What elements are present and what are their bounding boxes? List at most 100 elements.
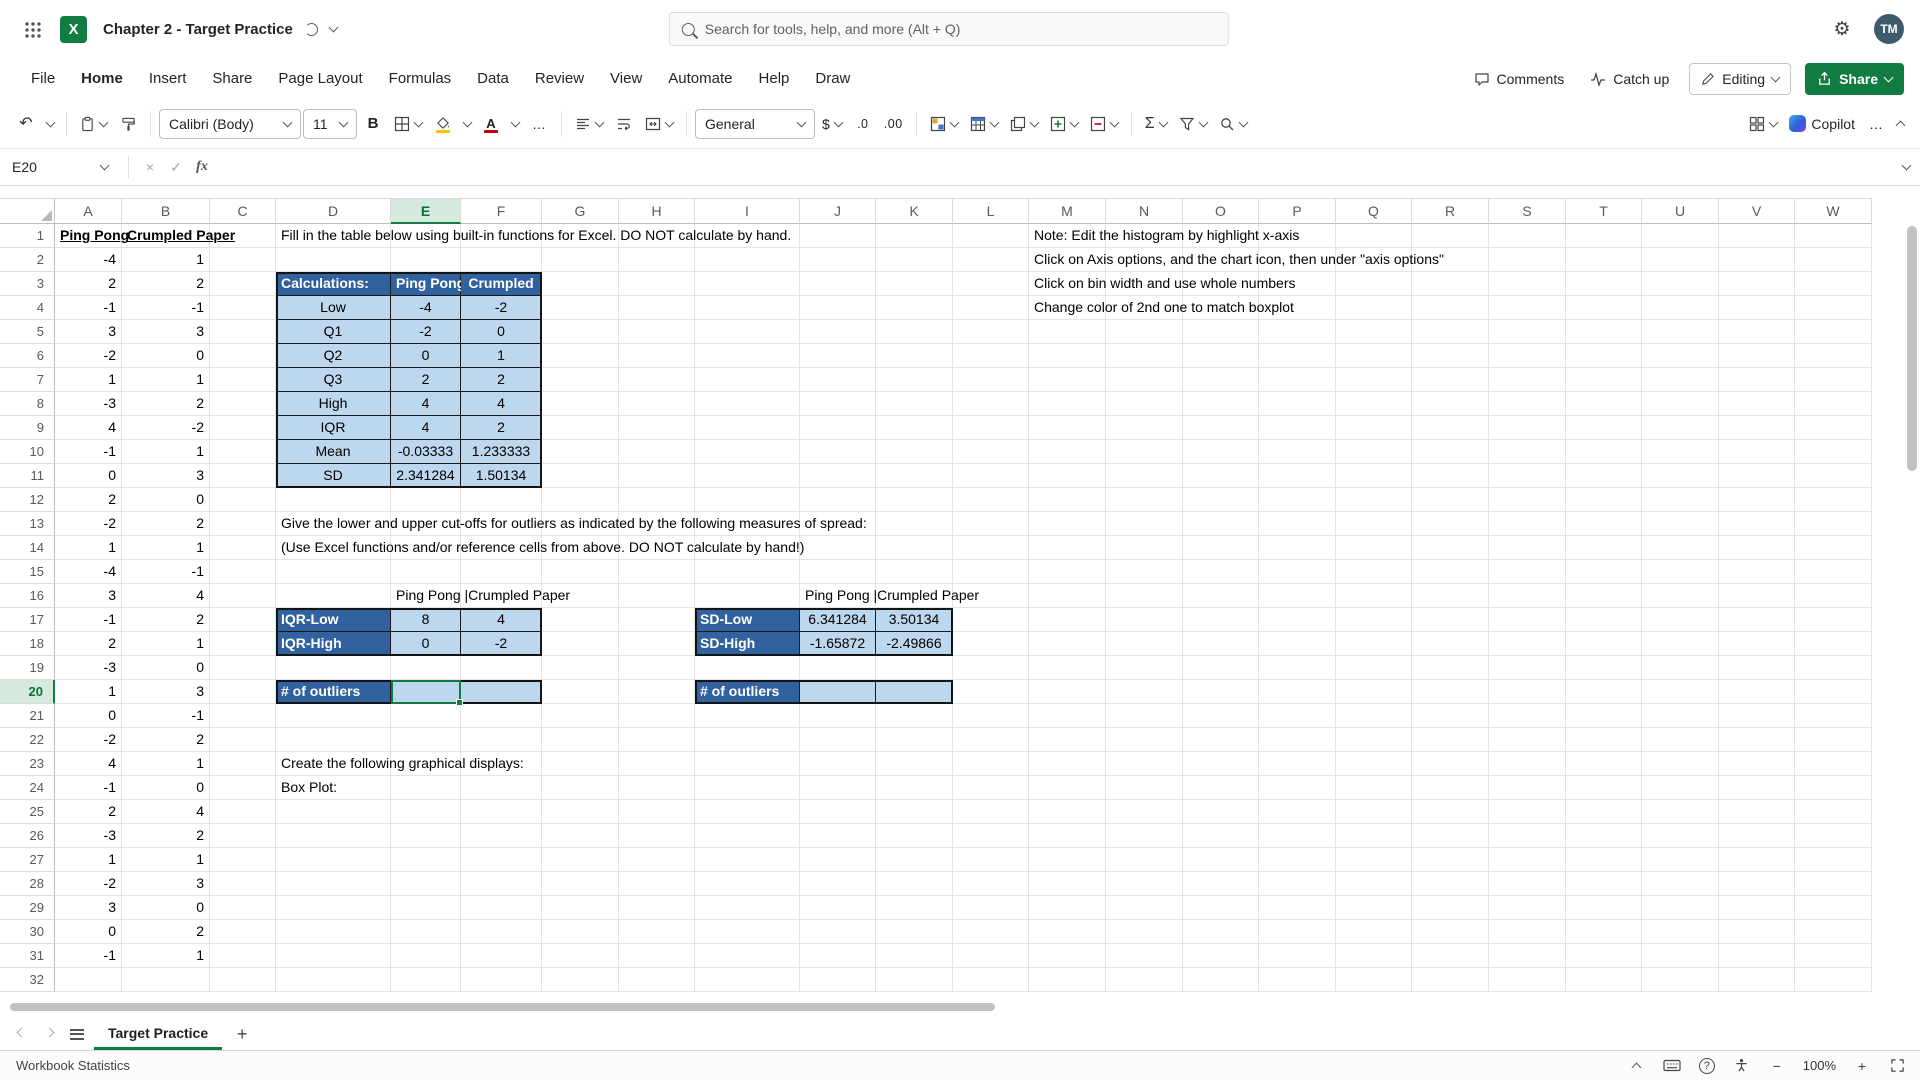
cell-I19[interactable]: [695, 656, 800, 680]
cell-L13[interactable]: [953, 512, 1029, 536]
cell-I30[interactable]: [695, 920, 800, 944]
menu-draw[interactable]: Draw: [802, 58, 863, 99]
cell-M14[interactable]: [1029, 536, 1106, 560]
cell-Q23[interactable]: [1336, 752, 1412, 776]
cell-M8[interactable]: [1029, 392, 1106, 416]
cell-C20[interactable]: [210, 680, 276, 704]
cell-A1[interactable]: Ping Pong: [55, 224, 122, 248]
cell-J16[interactable]: Ping Pong |Crumpled Paper: [800, 584, 876, 608]
search-input[interactable]: [705, 21, 1216, 37]
previous-sheet-button[interactable]: [10, 1023, 32, 1045]
cell-Q10[interactable]: [1336, 440, 1412, 464]
cell-F9[interactable]: 2: [461, 416, 542, 440]
cell-H15[interactable]: [619, 560, 695, 584]
cell-C17[interactable]: [210, 608, 276, 632]
cell-C8[interactable]: [210, 392, 276, 416]
cell-K26[interactable]: [876, 824, 953, 848]
comments-button[interactable]: Comments: [1468, 63, 1571, 95]
cell-Q29[interactable]: [1336, 896, 1412, 920]
cell-P16[interactable]: [1259, 584, 1336, 608]
cell-A28[interactable]: -2: [55, 872, 122, 896]
cell-I28[interactable]: [695, 872, 800, 896]
cell-K18[interactable]: -2.49866: [876, 632, 953, 656]
select-all-corner[interactable]: [0, 198, 55, 224]
cell-G8[interactable]: [542, 392, 619, 416]
cell-E32[interactable]: [391, 968, 461, 992]
cell-S16[interactable]: [1489, 584, 1566, 608]
cell-H22[interactable]: [619, 728, 695, 752]
cell-M15[interactable]: [1029, 560, 1106, 584]
cell-N24[interactable]: [1106, 776, 1183, 800]
cell-K12[interactable]: [876, 488, 953, 512]
cell-B32[interactable]: [122, 968, 210, 992]
cell-A10[interactable]: -1: [55, 440, 122, 464]
cell-K29[interactable]: [876, 896, 953, 920]
row-header-4[interactable]: 4: [0, 296, 55, 320]
cell-C15[interactable]: [210, 560, 276, 584]
cell-L14[interactable]: [953, 536, 1029, 560]
cell-W32[interactable]: [1795, 968, 1872, 992]
cell-S2[interactable]: [1489, 248, 1566, 272]
cell-H5[interactable]: [619, 320, 695, 344]
cell-G4[interactable]: [542, 296, 619, 320]
column-header-J[interactable]: J: [800, 198, 876, 224]
cell-S5[interactable]: [1489, 320, 1566, 344]
cell-E9[interactable]: 4: [391, 416, 461, 440]
cell-N19[interactable]: [1106, 656, 1183, 680]
cell-D5[interactable]: Q1: [276, 320, 391, 344]
cell-S6[interactable]: [1489, 344, 1566, 368]
cell-L23[interactable]: [953, 752, 1029, 776]
cell-W26[interactable]: [1795, 824, 1872, 848]
cell-G25[interactable]: [542, 800, 619, 824]
menu-view[interactable]: View: [597, 58, 655, 99]
cell-T23[interactable]: [1566, 752, 1642, 776]
cell-Q16[interactable]: [1336, 584, 1412, 608]
cell-R13[interactable]: [1412, 512, 1489, 536]
cell-L30[interactable]: [953, 920, 1029, 944]
cell-J27[interactable]: [800, 848, 876, 872]
row-header-25[interactable]: 25: [0, 800, 55, 824]
cell-I8[interactable]: [695, 392, 800, 416]
cell-T12[interactable]: [1566, 488, 1642, 512]
cell-U13[interactable]: [1642, 512, 1719, 536]
cell-R32[interactable]: [1412, 968, 1489, 992]
bold-button[interactable]: B: [359, 108, 387, 140]
cell-R4[interactable]: [1412, 296, 1489, 320]
cell-L5[interactable]: [953, 320, 1029, 344]
cell-I15[interactable]: [695, 560, 800, 584]
cell-E6[interactable]: 0: [391, 344, 461, 368]
row-header-29[interactable]: 29: [0, 896, 55, 920]
cell-V9[interactable]: [1719, 416, 1795, 440]
cell-U31[interactable]: [1642, 944, 1719, 968]
cell-B13[interactable]: 2: [122, 512, 210, 536]
cell-K27[interactable]: [876, 848, 953, 872]
cell-T20[interactable]: [1566, 680, 1642, 704]
cell-D18[interactable]: IQR-High: [276, 632, 391, 656]
cell-M19[interactable]: [1029, 656, 1106, 680]
menu-data[interactable]: Data: [464, 58, 522, 99]
row-header-8[interactable]: 8: [0, 392, 55, 416]
cell-I25[interactable]: [695, 800, 800, 824]
cell-P31[interactable]: [1259, 944, 1336, 968]
cell-K21[interactable]: [876, 704, 953, 728]
cell-Q8[interactable]: [1336, 392, 1412, 416]
row-header-12[interactable]: 12: [0, 488, 55, 512]
cell-H30[interactable]: [619, 920, 695, 944]
cell-R18[interactable]: [1412, 632, 1489, 656]
cell-D4[interactable]: Low: [276, 296, 391, 320]
row-header-18[interactable]: 18: [0, 632, 55, 656]
format-painter-button[interactable]: [114, 108, 142, 140]
cell-U7[interactable]: [1642, 368, 1719, 392]
cell-J29[interactable]: [800, 896, 876, 920]
cell-R24[interactable]: [1412, 776, 1489, 800]
column-header-C[interactable]: C: [210, 198, 276, 224]
sheet-tab-target-practice[interactable]: Target Practice: [94, 1018, 222, 1050]
cell-T30[interactable]: [1566, 920, 1642, 944]
zoom-level-button[interactable]: 100%: [1803, 1056, 1836, 1076]
cell-J2[interactable]: [800, 248, 876, 272]
menu-home[interactable]: Home: [68, 58, 136, 99]
cell-F27[interactable]: [461, 848, 542, 872]
cell-V8[interactable]: [1719, 392, 1795, 416]
cell-A26[interactable]: -3: [55, 824, 122, 848]
cell-O30[interactable]: [1183, 920, 1259, 944]
